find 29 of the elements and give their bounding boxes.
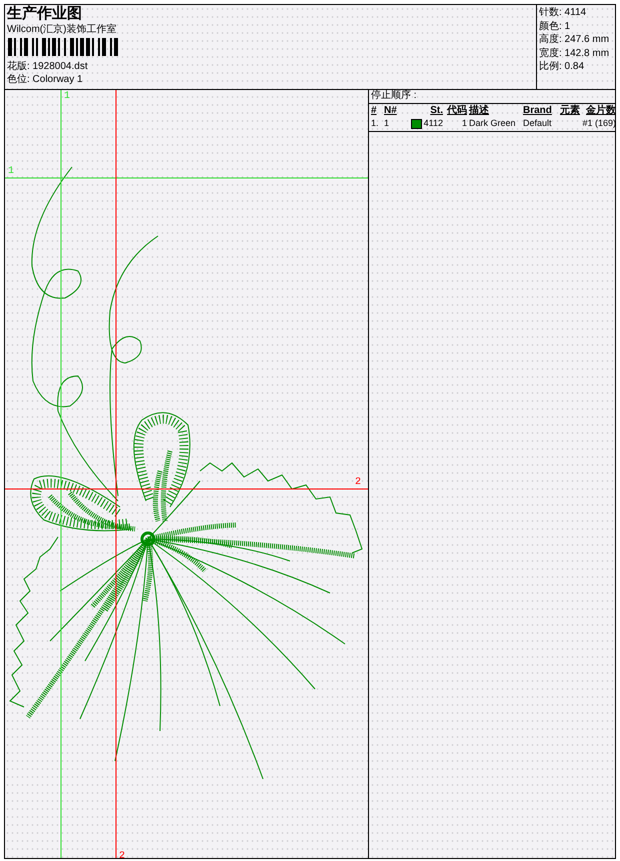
column-header: # xyxy=(371,104,378,117)
design-file-text: 花版: 1928004.dst xyxy=(7,60,89,73)
column-header: 代码 xyxy=(446,104,467,117)
guide-label: 2 xyxy=(119,851,126,858)
stop-sequence-title: 停止顺序 : xyxy=(369,90,615,104)
column-header: 描述 xyxy=(469,104,490,117)
table-cell-text: #1 (169) xyxy=(581,117,616,130)
stat-text: 针数: 4114 xyxy=(539,6,588,20)
stat-text: 颜色: 1 xyxy=(539,20,572,33)
column-header: N# xyxy=(384,104,397,117)
worksheet-title: 生产作业图 xyxy=(7,5,83,22)
company-name: Wilcom(汇京)装饰工作室 xyxy=(7,22,118,37)
stat-text: 比例: 0.84 xyxy=(539,60,586,74)
guide-label: 1 xyxy=(8,166,14,177)
table-cell-text: 1 xyxy=(384,117,390,130)
column-header: 金片数 xyxy=(586,104,616,117)
table-cell: 4112 xyxy=(424,117,443,130)
table-cell-text: 1 xyxy=(460,117,467,130)
column-header: St. xyxy=(429,104,443,117)
table-cell-text: 1. xyxy=(371,117,380,130)
column-header: Brand xyxy=(523,104,553,117)
column-header: 元素 xyxy=(560,104,581,117)
stat-text: 高度: 247.6 mm xyxy=(539,33,610,46)
guide-label: 1 xyxy=(64,91,70,102)
stat-text: 宽度: 142.8 mm xyxy=(539,46,610,60)
table-cell-text: Default xyxy=(523,117,553,130)
guide-label: 2 xyxy=(355,477,362,488)
table-cell-text: Dark Green xyxy=(469,117,517,130)
colorway-text: 色位: Colorway 1 xyxy=(7,73,84,86)
